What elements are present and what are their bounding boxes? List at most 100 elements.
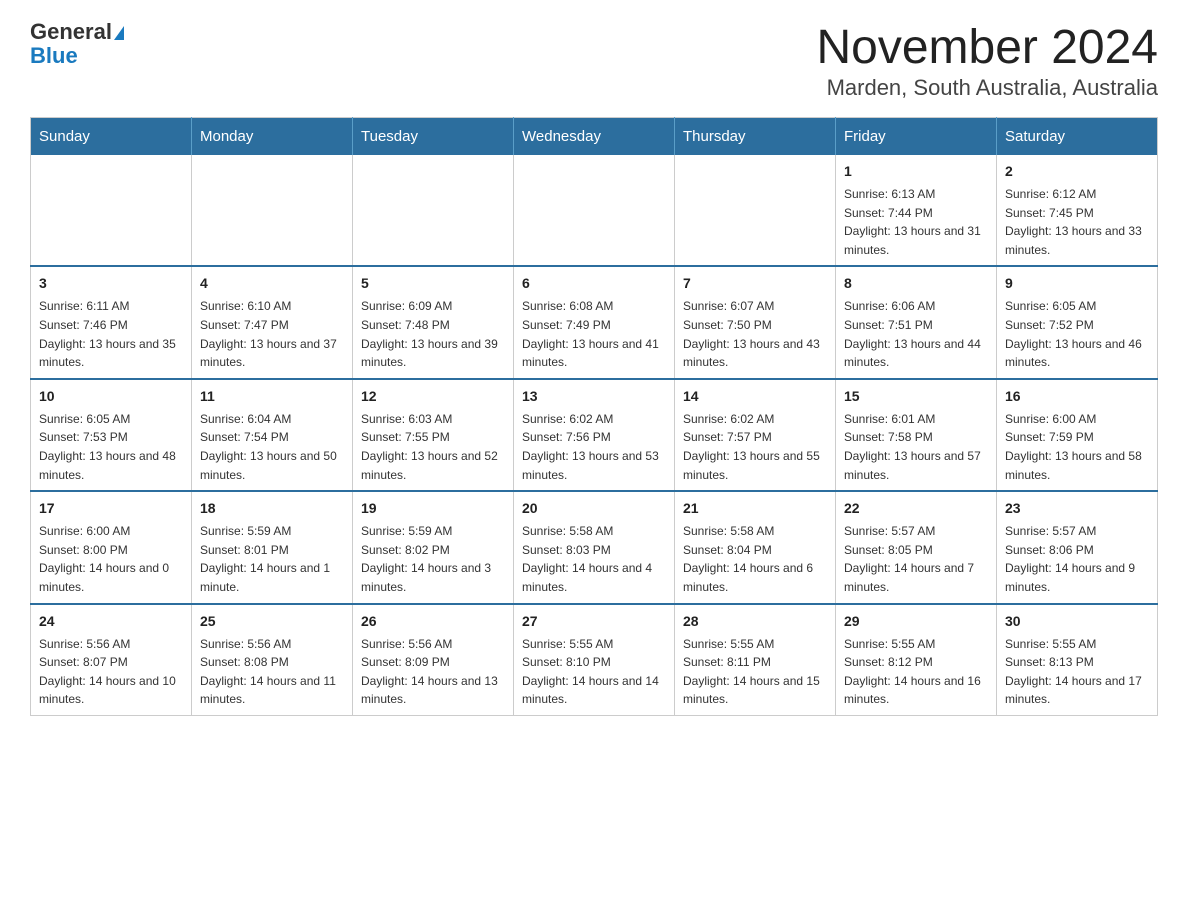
day-number: 14 [683, 386, 827, 407]
day-number: 3 [39, 273, 183, 294]
day-number: 16 [1005, 386, 1149, 407]
logo-top: General [30, 20, 124, 44]
calendar-cell: 26Sunrise: 5:56 AMSunset: 8:09 PMDayligh… [353, 604, 514, 716]
calendar-cell: 25 Sunrise: 5:56 AMSunset: 8:08 PMDayligh… [192, 604, 353, 716]
day-info: Sunrise: 6:09 AMSunset: 7:48 PMDaylight:… [361, 297, 505, 371]
day-info: Sunrise: 5:56 AMSunset: 8:07 PMDaylight:… [39, 635, 183, 709]
day-of-week-thursday: Thursday [675, 118, 836, 156]
week-row-4: 24 Sunrise: 5:56 AMSunset: 8:07 PMDayligh… [31, 604, 1158, 716]
day-number: 18 [200, 498, 344, 519]
logo-triangle-icon [114, 26, 124, 40]
day-info: Sunrise: 6:08 AMSunset: 7:49 PMDaylight:… [522, 297, 666, 371]
calendar-title: November 2024 [816, 20, 1158, 75]
week-row-3: 17 Sunrise: 6:00 AMSunset: 8:00 PMDayligh… [31, 491, 1158, 603]
calendar-cell: 3 Sunrise: 6:11 AMSunset: 7:46 PMDaylight… [31, 266, 192, 378]
day-info: Sunrise: 6:10 AMSunset: 7:47 PMDaylight:… [200, 297, 344, 371]
calendar-cell: 9Sunrise: 6:05 AMSunset: 7:52 PMDaylight… [997, 266, 1158, 378]
calendar-cell [675, 155, 836, 266]
calendar-subtitle: Marden, South Australia, Australia [816, 75, 1158, 101]
calendar-cell: 20 Sunrise: 5:58 AMSunset: 8:03 PMDayligh… [514, 491, 675, 603]
day-info: Sunrise: 5:57 AMSunset: 8:05 PMDaylight:… [844, 522, 988, 596]
day-of-week-tuesday: Tuesday [353, 118, 514, 156]
calendar-cell: 27Sunrise: 5:55 AMSunset: 8:10 PMDayligh… [514, 604, 675, 716]
calendar-cell: 13Sunrise: 6:02 AMSunset: 7:56 PMDayligh… [514, 379, 675, 491]
calendar-body: 1 Sunrise: 6:13 AMSunset: 7:44 PMDaylight… [31, 155, 1158, 715]
calendar-cell: 6 Sunrise: 6:08 AMSunset: 7:49 PMDaylight… [514, 266, 675, 378]
day-number: 25 [200, 611, 344, 632]
calendar-cell: 23 Sunrise: 5:57 AMSunset: 8:06 PMDayligh… [997, 491, 1158, 603]
day-number: 30 [1005, 611, 1149, 632]
day-number: 22 [844, 498, 988, 519]
day-number: 24 [39, 611, 183, 632]
day-info: Sunrise: 5:58 AMSunset: 8:03 PMDaylight:… [522, 522, 666, 596]
calendar-cell: 16Sunrise: 6:00 AMSunset: 7:59 PMDayligh… [997, 379, 1158, 491]
day-of-week-saturday: Saturday [997, 118, 1158, 156]
calendar-cell: 11 Sunrise: 6:04 AMSunset: 7:54 PMDayligh… [192, 379, 353, 491]
day-number: 10 [39, 386, 183, 407]
week-row-0: 1 Sunrise: 6:13 AMSunset: 7:44 PMDaylight… [31, 155, 1158, 266]
calendar-cell: 24 Sunrise: 5:56 AMSunset: 8:07 PMDayligh… [31, 604, 192, 716]
day-of-week-sunday: Sunday [31, 118, 192, 156]
calendar-cell [192, 155, 353, 266]
day-info: Sunrise: 6:12 AMSunset: 7:45 PMDaylight:… [1005, 185, 1149, 259]
day-info: Sunrise: 6:00 AMSunset: 8:00 PMDaylight:… [39, 522, 183, 596]
day-number: 29 [844, 611, 988, 632]
day-info: Sunrise: 6:04 AMSunset: 7:54 PMDaylight:… [200, 410, 344, 484]
day-number: 23 [1005, 498, 1149, 519]
day-number: 1 [844, 161, 988, 182]
day-number: 15 [844, 386, 988, 407]
calendar-cell: 1 Sunrise: 6:13 AMSunset: 7:44 PMDaylight… [836, 155, 997, 266]
calendar-cell: 15 Sunrise: 6:01 AMSunset: 7:58 PMDayligh… [836, 379, 997, 491]
day-number: 4 [200, 273, 344, 294]
calendar-cell: 7 Sunrise: 6:07 AMSunset: 7:50 PMDaylight… [675, 266, 836, 378]
day-number: 28 [683, 611, 827, 632]
calendar-table: SundayMondayTuesdayWednesdayThursdayFrid… [30, 117, 1158, 716]
day-number: 2 [1005, 161, 1149, 182]
day-info: Sunrise: 6:07 AMSunset: 7:50 PMDaylight:… [683, 297, 827, 371]
day-number: 7 [683, 273, 827, 294]
day-info: Sunrise: 5:59 AMSunset: 8:01 PMDaylight:… [200, 522, 344, 596]
day-info: Sunrise: 6:02 AMSunset: 7:57 PMDaylight:… [683, 410, 827, 484]
day-number: 12 [361, 386, 505, 407]
calendar-cell: 5 Sunrise: 6:09 AMSunset: 7:48 PMDaylight… [353, 266, 514, 378]
calendar-cell: 29 Sunrise: 5:55 AMSunset: 8:12 PMDayligh… [836, 604, 997, 716]
calendar-cell: 14 Sunrise: 6:02 AMSunset: 7:57 PMDayligh… [675, 379, 836, 491]
calendar-header: SundayMondayTuesdayWednesdayThursdayFrid… [31, 118, 1158, 156]
day-number: 5 [361, 273, 505, 294]
day-info: Sunrise: 5:55 AMSunset: 8:12 PMDaylight:… [844, 635, 988, 709]
day-number: 11 [200, 386, 344, 407]
page-header: General Blue November 2024 Marden, South… [30, 20, 1158, 101]
calendar-cell: 10 Sunrise: 6:05 AMSunset: 7:53 PMDayligh… [31, 379, 192, 491]
calendar-cell: 8Sunrise: 6:06 AMSunset: 7:51 PMDaylight… [836, 266, 997, 378]
day-info: Sunrise: 5:57 AMSunset: 8:06 PMDaylight:… [1005, 522, 1149, 596]
day-info: Sunrise: 6:05 AMSunset: 7:53 PMDaylight:… [39, 410, 183, 484]
day-info: Sunrise: 6:01 AMSunset: 7:58 PMDaylight:… [844, 410, 988, 484]
calendar-cell: 19Sunrise: 5:59 AMSunset: 8:02 PMDayligh… [353, 491, 514, 603]
day-of-week-monday: Monday [192, 118, 353, 156]
day-info: Sunrise: 5:59 AMSunset: 8:02 PMDaylight:… [361, 522, 505, 596]
day-info: Sunrise: 5:55 AMSunset: 8:13 PMDaylight:… [1005, 635, 1149, 709]
days-of-week-row: SundayMondayTuesdayWednesdayThursdayFrid… [31, 118, 1158, 156]
calendar-cell: 4 Sunrise: 6:10 AMSunset: 7:47 PMDaylight… [192, 266, 353, 378]
calendar-cell [353, 155, 514, 266]
calendar-cell: 18 Sunrise: 5:59 AMSunset: 8:01 PMDayligh… [192, 491, 353, 603]
day-info: Sunrise: 6:03 AMSunset: 7:55 PMDaylight:… [361, 410, 505, 484]
day-number: 27 [522, 611, 666, 632]
calendar-cell: 12 Sunrise: 6:03 AMSunset: 7:55 PMDayligh… [353, 379, 514, 491]
day-number: 21 [683, 498, 827, 519]
calendar-cell: 30 Sunrise: 5:55 AMSunset: 8:13 PMDayligh… [997, 604, 1158, 716]
day-number: 8 [844, 273, 988, 294]
day-number: 20 [522, 498, 666, 519]
calendar-cell: 2 Sunrise: 6:12 AMSunset: 7:45 PMDaylight… [997, 155, 1158, 266]
day-info: Sunrise: 6:13 AMSunset: 7:44 PMDaylight:… [844, 185, 988, 259]
day-info: Sunrise: 5:56 AMSunset: 8:08 PMDaylight:… [200, 635, 344, 709]
day-info: Sunrise: 5:58 AMSunset: 8:04 PMDaylight:… [683, 522, 827, 596]
day-number: 6 [522, 273, 666, 294]
logo: General Blue [30, 20, 124, 68]
day-info: Sunrise: 6:11 AMSunset: 7:46 PMDaylight:… [39, 297, 183, 371]
day-of-week-wednesday: Wednesday [514, 118, 675, 156]
calendar-cell [514, 155, 675, 266]
day-number: 17 [39, 498, 183, 519]
day-number: 9 [1005, 273, 1149, 294]
calendar-cell: 17 Sunrise: 6:00 AMSunset: 8:00 PMDayligh… [31, 491, 192, 603]
